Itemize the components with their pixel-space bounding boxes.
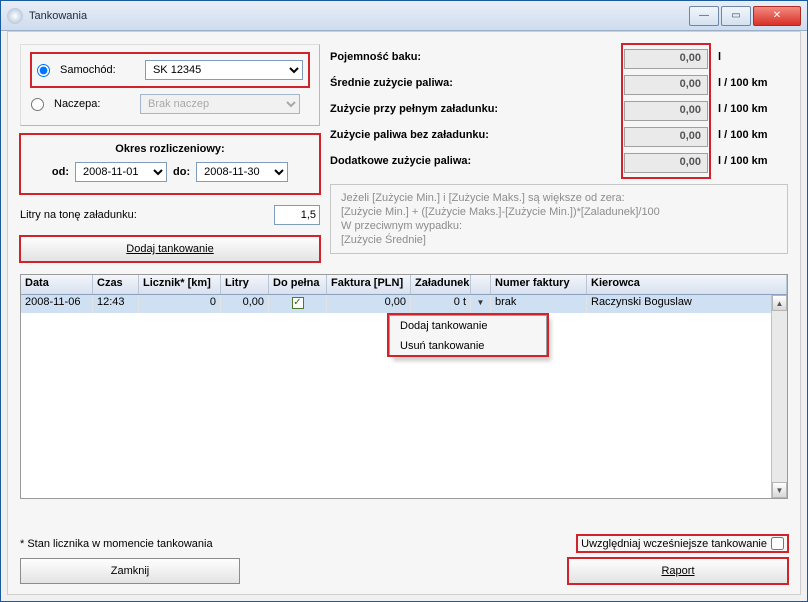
scroll-down-icon[interactable]: ▼ xyxy=(772,482,787,498)
col-full[interactable]: Do pełna xyxy=(269,275,327,294)
stat-extra-value: 0,00 xyxy=(624,153,708,173)
stat-full-value: 0,00 xyxy=(624,101,708,121)
stat-extra-label: Dodatkowe zużycie paliwa: xyxy=(330,155,614,167)
formula-box: Jeżeli [Zużycie Min.] i [Zużycie Maks.] … xyxy=(330,184,788,254)
stat-extra-unit: l / 100 km xyxy=(718,155,788,167)
trailer-radio[interactable] xyxy=(31,98,44,111)
col-time[interactable]: Czas xyxy=(93,275,139,294)
close-button[interactable]: Zamknij xyxy=(20,558,240,584)
col-invoice-pln[interactable]: Faktura [PLN] xyxy=(327,275,411,294)
include-previous-checkbox[interactable] xyxy=(771,537,784,550)
app-window: Tankowania — ▭ ✕ Samochód: SK 12345 xyxy=(0,0,808,602)
app-icon xyxy=(7,8,23,24)
maximize-button[interactable]: ▭ xyxy=(721,6,751,26)
stat-empty-label: Zużycie paliwa bez załadunku: xyxy=(330,129,614,141)
stat-full-unit: l / 100 km xyxy=(718,103,788,115)
minimize-button[interactable]: — xyxy=(689,6,719,26)
period-title: Okres rozliczeniowy: xyxy=(31,143,309,155)
car-select[interactable]: SK 12345 xyxy=(145,60,303,80)
refuel-grid[interactable]: Data Czas Licznik* [km] Litry Do pełna F… xyxy=(20,274,788,499)
dropdown-icon[interactable]: ▼ xyxy=(477,298,485,307)
liters-per-ton-label: Litry na tonę załadunku: xyxy=(20,209,268,221)
col-invoice-no[interactable]: Numer faktury xyxy=(491,275,587,294)
client-area: Samochód: SK 12345 Naczepa: Brak naczep … xyxy=(7,31,801,595)
table-row[interactable]: 2008-11-06 12:43 0 0,00 ✓ 0,00 0 t ▼ bra… xyxy=(21,295,787,313)
stat-empty-value: 0,00 xyxy=(624,127,708,147)
stat-avg-label: Średnie zużycie paliwa: xyxy=(330,77,614,89)
trailer-radio-label: Naczepa: xyxy=(54,98,134,110)
col-load[interactable]: Załadunek xyxy=(411,275,471,294)
car-radio-label: Samochód: xyxy=(60,64,139,76)
trailer-select: Brak naczep xyxy=(140,94,300,114)
stat-avg-unit: l / 100 km xyxy=(718,77,788,89)
window-title: Tankowania xyxy=(29,10,689,22)
include-previous-label: Uwzględniaj wcześniejsze tankowanie xyxy=(581,538,767,550)
col-odo[interactable]: Licznik* [km] xyxy=(139,275,221,294)
stat-tank-label: Pojemność baku: xyxy=(330,51,614,63)
odometer-footnote: * Stan licznika w momencie tankowania xyxy=(20,538,577,550)
to-label: do: xyxy=(173,166,190,178)
close-window-button[interactable]: ✕ xyxy=(753,6,801,26)
col-date[interactable]: Data xyxy=(21,275,93,294)
car-radio[interactable] xyxy=(37,64,50,77)
add-refuel-button[interactable]: Dodaj tankowanie xyxy=(20,236,320,262)
stat-full-label: Zużycie przy pełnym załadunku: xyxy=(330,103,614,115)
full-checkbox-icon[interactable]: ✓ xyxy=(292,297,304,309)
include-previous-checkbox-wrap: Uwzględniaj wcześniejsze tankowanie xyxy=(577,535,788,552)
context-add[interactable]: Dodaj tankowanie xyxy=(390,316,546,336)
scroll-up-icon[interactable]: ▲ xyxy=(772,295,787,311)
grid-scrollbar[interactable]: ▲ ▼ xyxy=(771,295,787,498)
context-delete[interactable]: Usuń tankowanie xyxy=(390,336,546,356)
context-menu: Dodaj tankowanie Usuń tankowanie xyxy=(389,315,547,357)
stat-avg-value: 0,00 xyxy=(624,75,708,95)
to-date[interactable]: 2008-11-30 xyxy=(196,162,288,182)
col-liters[interactable]: Litry xyxy=(221,275,269,294)
stat-tank-value: 0,00 xyxy=(624,49,708,69)
stat-tank-unit: l xyxy=(718,51,788,63)
from-date[interactable]: 2008-11-01 xyxy=(75,162,167,182)
stat-empty-unit: l / 100 km xyxy=(718,129,788,141)
report-button[interactable]: Raport xyxy=(568,558,788,584)
col-dd[interactable] xyxy=(471,275,491,294)
col-driver[interactable]: Kierowca xyxy=(587,275,787,294)
from-label: od: xyxy=(52,166,69,178)
liters-per-ton-input[interactable] xyxy=(274,205,320,225)
titlebar: Tankowania — ▭ ✕ xyxy=(1,1,807,31)
